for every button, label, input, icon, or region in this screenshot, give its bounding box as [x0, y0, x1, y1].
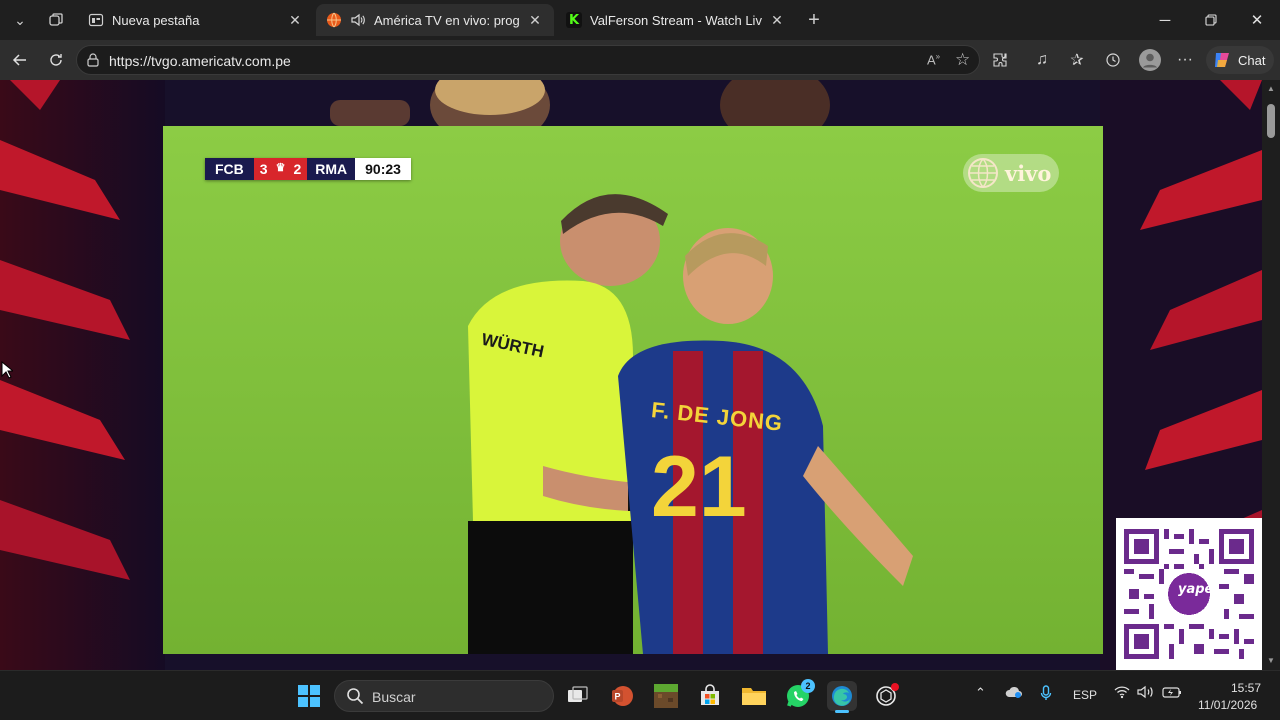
onedrive-cloud-icon[interactable]: [1005, 685, 1023, 702]
chatgpt-icon[interactable]: [871, 681, 901, 711]
clock-time[interactable]: 15:57: [1231, 681, 1261, 695]
tab-bar: ⌄ Nueva pestaña ✕ América TV en vivo: pr…: [0, 0, 1280, 40]
america-tv-globe-icon: [326, 12, 342, 28]
windows-start-icon[interactable]: [294, 681, 324, 711]
scroll-down-arrow-icon[interactable]: ▼: [1267, 656, 1275, 665]
home-score: 3: [253, 158, 274, 180]
taskbar-search-input[interactable]: Buscar: [334, 680, 554, 712]
powerpoint-icon[interactable]: P: [607, 681, 637, 711]
minimize-icon[interactable]: ─: [1142, 0, 1188, 40]
edge-browser-icon[interactable]: [827, 681, 857, 713]
profile-avatar-icon[interactable]: [1136, 46, 1164, 74]
close-window-icon[interactable]: ✕: [1234, 0, 1280, 40]
workspaces-icon[interactable]: [42, 6, 70, 34]
microphone-icon[interactable]: [1040, 685, 1052, 704]
copilot-chat-button[interactable]: Chat: [1206, 46, 1274, 74]
chat-label: Chat: [1238, 52, 1266, 68]
refresh-icon[interactable]: [42, 46, 70, 74]
clock-date[interactable]: 11/01/2026: [1198, 698, 1257, 712]
windows-taskbar: Buscar P 2 ⌃ ESP 15:57 11/01/2026: [0, 670, 1280, 720]
media-control-icon[interactable]: ♫: [1028, 46, 1056, 74]
close-tab-icon[interactable]: ✕: [526, 11, 544, 29]
whatsapp-badge: 2: [801, 679, 815, 693]
video-player[interactable]: FCB 3 ♛ 2 RMA 90:23 vivo WÜRTH F. DE JON…: [163, 126, 1103, 654]
volume-icon[interactable]: [1137, 685, 1155, 702]
close-tab-icon[interactable]: ✕: [768, 11, 786, 29]
back-icon[interactable]: [6, 46, 34, 74]
away-team: RMA: [307, 158, 356, 180]
tab-nueva-pestana[interactable]: Nueva pestaña ✕: [78, 4, 314, 36]
notification-dot-icon: [891, 683, 899, 691]
microsoft-store-icon[interactable]: [695, 681, 725, 711]
active-app-indicator: [835, 710, 849, 713]
speaker-icon[interactable]: [350, 12, 366, 28]
favorite-star-icon[interactable]: ☆: [955, 50, 970, 70]
show-hidden-icons-chevron-icon[interactable]: ⌃: [975, 685, 986, 701]
address-bar[interactable]: https://tvgo.americatv.com.pe A» ☆: [76, 45, 980, 75]
history-icon[interactable]: [1099, 46, 1127, 74]
search-icon: [346, 687, 364, 710]
tab-title: ValFerson Stream - Watch Live on Kick: [590, 12, 762, 28]
copilot-icon: [1212, 50, 1232, 70]
scrollbar-thumb[interactable]: [1267, 104, 1275, 138]
page-content: FCB 3 ♛ 2 RMA 90:23 vivo WÜRTH F. DE JON…: [0, 80, 1262, 670]
file-explorer-icon[interactable]: [739, 681, 769, 711]
scroll-up-arrow-icon[interactable]: ▲: [1267, 84, 1275, 93]
vivo-watermark: vivo: [963, 154, 1059, 192]
jersey-number: 21: [651, 439, 747, 535]
tab-america-tv[interactable]: América TV en vivo: programación ✕: [316, 4, 554, 36]
read-aloud-icon[interactable]: A»: [927, 52, 940, 67]
new-tab-page-icon: [88, 12, 104, 28]
home-team: FCB: [205, 158, 254, 180]
yape-logo: yape: [1178, 582, 1214, 597]
wifi-icon[interactable]: [1114, 685, 1130, 702]
input-language[interactable]: ESP: [1073, 688, 1097, 702]
tab-actions-chevron-icon[interactable]: ⌄: [6, 6, 34, 34]
tab-title: Nueva pestaña: [112, 12, 200, 28]
match-time: 90:23: [355, 158, 411, 180]
close-tab-icon[interactable]: ✕: [286, 11, 304, 29]
scoreboard: FCB 3 ♛ 2 RMA 90:23: [205, 158, 411, 180]
more-options-icon[interactable]: ···: [1171, 46, 1199, 74]
tab-title: América TV en vivo: programación: [374, 12, 520, 28]
whatsapp-icon[interactable]: 2: [783, 679, 815, 711]
away-score: 2: [287, 158, 308, 180]
extensions-icon[interactable]: [986, 46, 1014, 74]
new-tab-plus-icon[interactable]: +: [800, 6, 828, 34]
lock-icon[interactable]: [86, 52, 100, 73]
restore-icon[interactable]: [1188, 0, 1234, 40]
url-text[interactable]: https://tvgo.americatv.com.pe: [109, 53, 291, 69]
yape-qr-code: yape: [1116, 518, 1262, 670]
battery-charging-icon[interactable]: [1162, 685, 1182, 702]
kick-k-icon: K: [566, 12, 582, 28]
copa-del-rey-icon: ♛: [273, 158, 288, 180]
svg-text:P: P: [615, 692, 621, 702]
vertical-scrollbar[interactable]: ▲ ▼: [1262, 80, 1280, 670]
live-label: vivo: [1005, 160, 1052, 186]
browser-toolbar: https://tvgo.americatv.com.pe A» ☆ ♫ ✰ ·…: [0, 40, 1280, 80]
favorites-icon[interactable]: ✰: [1063, 46, 1091, 74]
minecraft-icon[interactable]: [651, 681, 681, 711]
search-placeholder: Buscar: [372, 689, 416, 705]
task-view-icon[interactable]: [563, 681, 593, 711]
mouse-cursor-icon: [1, 360, 15, 384]
video-frame-illustration: [163, 126, 1103, 654]
globe-icon: [967, 157, 999, 189]
tab-valferson-stream[interactable]: K ValFerson Stream - Watch Live on Kick …: [556, 4, 796, 36]
